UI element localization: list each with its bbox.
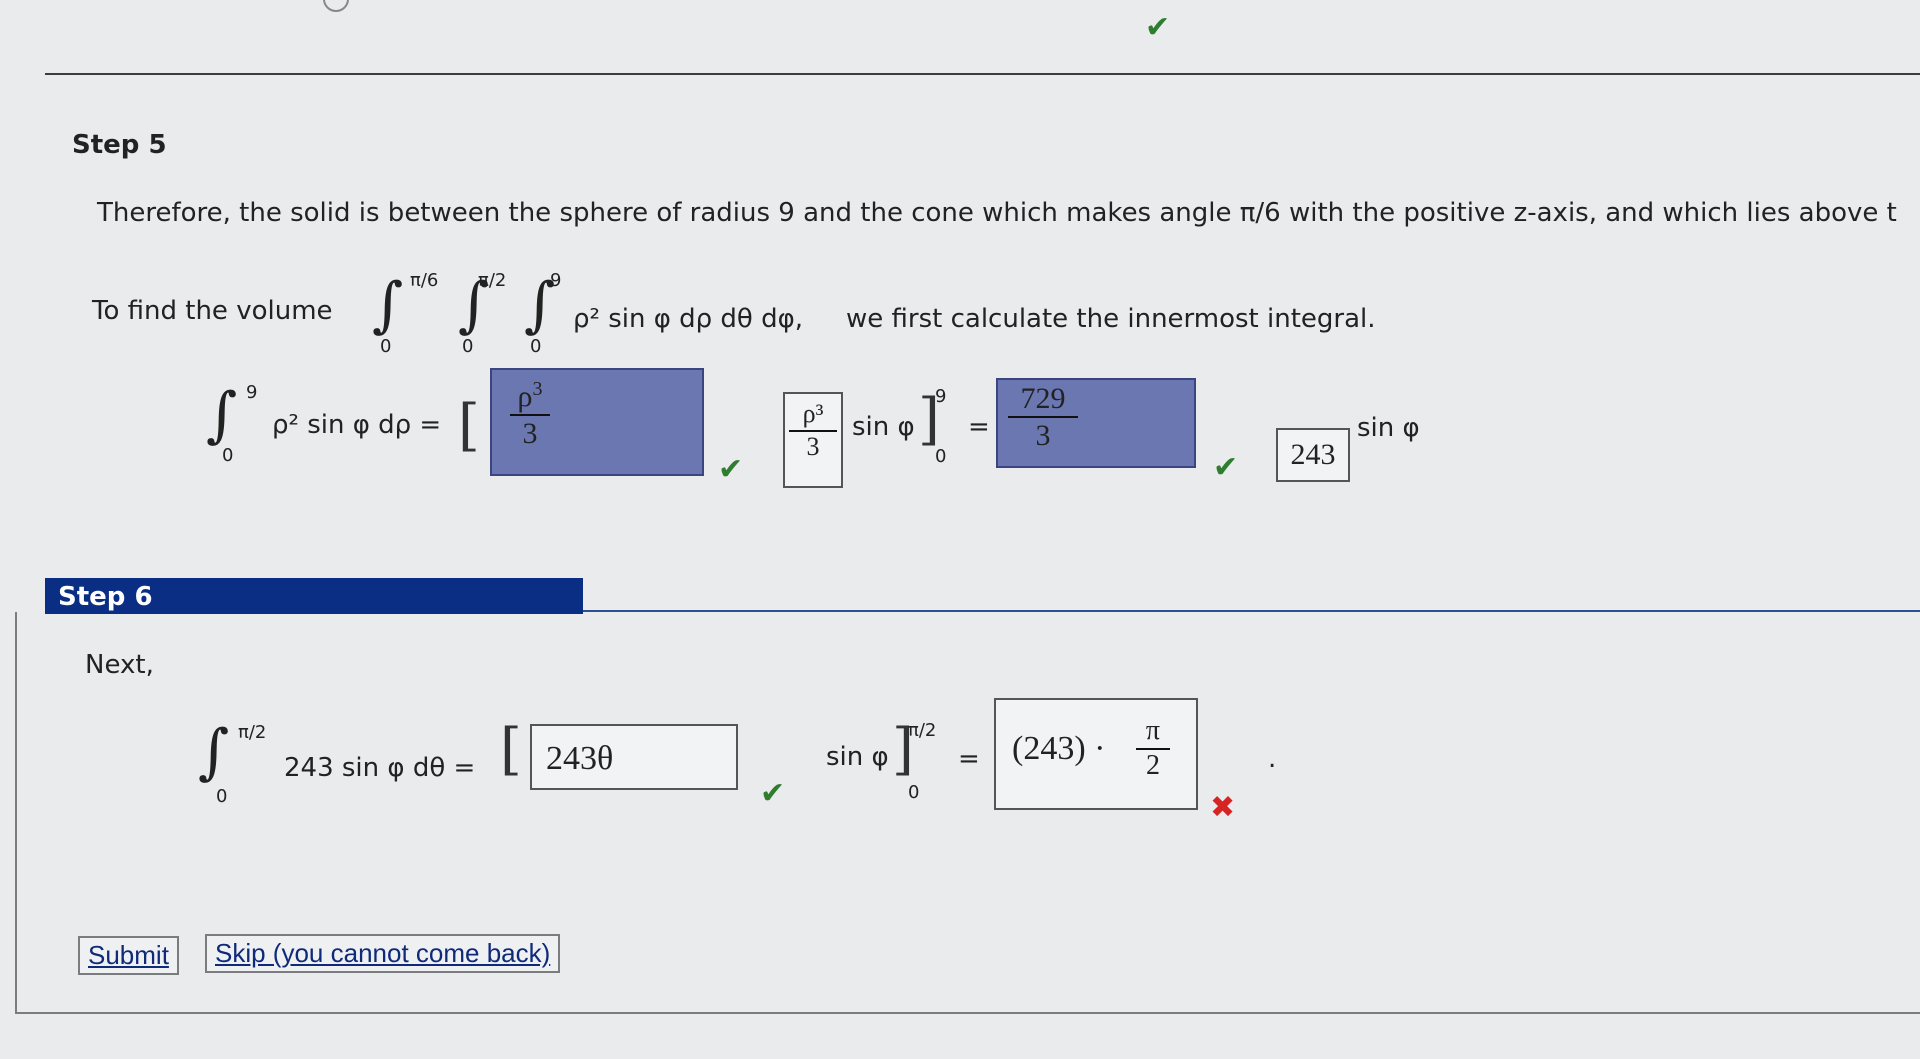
divider xyxy=(45,73,1920,75)
integral-upper-limit: 9 xyxy=(246,382,258,403)
period: . xyxy=(1268,744,1277,774)
integral-upper-limit: π/6 xyxy=(410,270,439,291)
sin-phi-label: sin φ xyxy=(826,742,889,772)
skip-button[interactable]: Skip (you cannot come back) xyxy=(205,934,561,973)
fraction-numerator: ρ³ xyxy=(802,399,824,428)
left-bracket: [ xyxy=(458,393,480,458)
answer3-tail-sin-phi: sin φ xyxy=(1357,413,1420,443)
equals-sign: = xyxy=(958,744,980,774)
checkmark-icon: ✔ xyxy=(760,776,786,811)
integral-lower-limit: 0 xyxy=(380,336,392,357)
answer1-exponent: 3 xyxy=(532,378,543,400)
answer2-numerator: 729 xyxy=(1020,382,1066,415)
next-text: Next, xyxy=(85,650,154,680)
checkmark-icon: ✔ xyxy=(1213,450,1239,485)
volume-intro-text: To find the volume xyxy=(92,296,333,326)
submit-button[interactable]: Submit xyxy=(78,936,179,975)
step-5-sentence: Therefore, the solid is between the sphe… xyxy=(97,198,1897,228)
fraction-box: ρ³ 3 xyxy=(783,392,843,488)
answer2-denominator: 2 xyxy=(1146,749,1160,781)
integral-lower-limit: 0 xyxy=(222,445,234,466)
answer2-numerator-pi: π xyxy=(1145,715,1161,746)
frame-left-border xyxy=(15,612,17,1014)
fraction-denominator: 3 xyxy=(806,431,820,461)
sin-phi-label: sin φ xyxy=(852,412,915,442)
answer1-numerator: ρ xyxy=(517,380,533,413)
step-5-label: Step 5 xyxy=(72,130,167,160)
equals-sign: = xyxy=(968,412,990,442)
volume-tail-text: we first calculate the innermost integra… xyxy=(846,304,1376,334)
answer-box-243[interactable]: 243 xyxy=(1276,428,1350,482)
checkmark-icon: ✔ xyxy=(1145,10,1171,45)
integral-lower-limit: 0 xyxy=(216,786,228,807)
eval-lower-limit: 0 xyxy=(908,782,920,803)
integral-lower-limit: 0 xyxy=(462,336,474,357)
integral-sign-icon: ∫ xyxy=(372,270,404,340)
cross-icon: ✖ xyxy=(1210,790,1236,825)
left-bracket: [ xyxy=(500,717,522,782)
step-6-header-line xyxy=(583,610,1920,612)
frame-bottom-border xyxy=(15,1012,1920,1014)
answer2-denominator: 3 xyxy=(1035,419,1051,452)
integral-upper-limit: π/2 xyxy=(238,722,267,743)
answer1-denominator: 3 xyxy=(522,417,538,450)
radio-circle-partial xyxy=(323,0,349,12)
integral-upper-limit: 9 xyxy=(550,270,562,291)
answer2-prefix: (243) · xyxy=(1012,730,1106,767)
integral-sign-icon: ∫ xyxy=(206,380,238,450)
answer-input-rho-cubed[interactable]: ρ3 3 xyxy=(490,368,704,476)
triple-integrand: ρ² sin φ dρ dθ dφ, xyxy=(573,304,803,334)
step6-integrand: 243 sin φ dθ = xyxy=(284,753,476,783)
inner-integrand: ρ² sin φ dρ = xyxy=(272,410,442,440)
answer-input-729-over-3[interactable]: 729 3 xyxy=(996,378,1196,468)
eval-lower-limit: 0 xyxy=(935,446,947,467)
eval-upper-limit: π/2 xyxy=(908,720,937,741)
answer-input-243-pi-over-2[interactable]: (243) · π 2 xyxy=(994,698,1198,810)
integral-sign-icon: ∫ xyxy=(198,717,230,787)
integral-upper-limit: π/2 xyxy=(478,270,507,291)
checkmark-icon: ✔ xyxy=(718,452,744,487)
integral-lower-limit: 0 xyxy=(530,336,542,357)
step-6-label: Step 6 xyxy=(58,582,153,612)
eval-upper-limit: 9 xyxy=(935,386,947,407)
answer-input-243-theta[interactable]: 243θ xyxy=(530,724,738,790)
